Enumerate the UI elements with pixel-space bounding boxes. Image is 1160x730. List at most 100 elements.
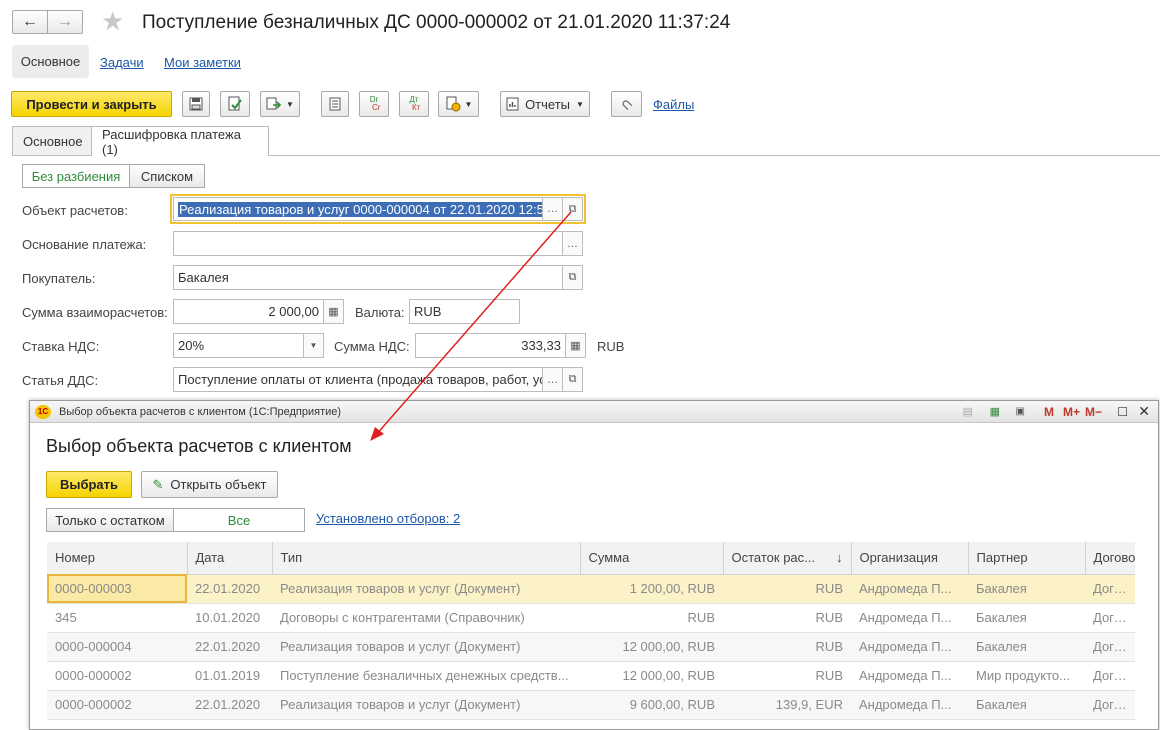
basis-field[interactable]: … bbox=[173, 231, 583, 256]
back-button[interactable]: ← bbox=[12, 10, 48, 34]
cell-date[interactable]: 22.01.2020 bbox=[187, 574, 272, 604]
cell-number[interactable]: 0000-000002 bbox=[47, 661, 187, 691]
cell-balance[interactable]: RUB bbox=[723, 632, 851, 662]
cell-contract[interactable]: Догово bbox=[1085, 661, 1135, 691]
select-button[interactable]: Выбрать bbox=[46, 471, 132, 498]
cell-contract[interactable]: Догово bbox=[1085, 632, 1135, 662]
buyer-field[interactable]: Бакалея ⧉ bbox=[173, 265, 583, 290]
vat-rate-dropdown-button[interactable]: ▼ bbox=[303, 334, 323, 357]
cell-organization[interactable]: Андромеда П... bbox=[851, 661, 968, 691]
cell-date[interactable]: 01.01.2019 bbox=[187, 661, 272, 691]
sum-calculator-button[interactable]: ▦ bbox=[323, 300, 343, 323]
cell-date[interactable]: 22.01.2020 bbox=[187, 690, 272, 720]
cell-number[interactable]: 0000-000002 bbox=[47, 690, 187, 720]
table-row[interactable]: 0000-000002 01.01.2019 Поступление безна… bbox=[47, 661, 1135, 691]
attach-button[interactable]: ⊂ bbox=[611, 91, 642, 117]
vat-rate-field[interactable]: 20% ▼ bbox=[173, 333, 324, 358]
object-open-button[interactable]: ⧉ bbox=[562, 198, 582, 220]
cell-type[interactable]: Поступление безналичных денежных средств… bbox=[272, 661, 580, 691]
table-row[interactable]: 0000-000002 22.01.2020 Реализация товаро… bbox=[47, 690, 1135, 720]
cell-sum[interactable]: RUB bbox=[580, 603, 723, 633]
structure-button[interactable] bbox=[321, 91, 349, 117]
close-icon[interactable]: ✕ bbox=[1138, 403, 1150, 420]
memory-plus-button[interactable]: M+ bbox=[1063, 405, 1080, 419]
cell-type[interactable]: Реализация товаров и услуг (Документ) bbox=[272, 690, 580, 720]
cell-contract[interactable]: Догово bbox=[1085, 574, 1135, 604]
column-organization[interactable]: Организация bbox=[851, 542, 969, 575]
column-balance[interactable]: Остаток рас... ↓ bbox=[723, 542, 852, 575]
cell-date[interactable]: 22.01.2020 bbox=[187, 632, 272, 662]
vat-calculator-button[interactable]: ▦ bbox=[565, 334, 585, 357]
cell-organization[interactable]: Андромеда П... bbox=[851, 603, 968, 633]
form-tab-payment-breakdown[interactable]: Расшифровка платежа (1) bbox=[91, 126, 269, 157]
table-row[interactable]: 0000-000004 22.01.2020 Реализация товаро… bbox=[47, 632, 1135, 662]
maximize-icon[interactable]: ☐ bbox=[1117, 405, 1128, 419]
filter-only-balance-button[interactable]: Только с остатком bbox=[46, 508, 174, 532]
object-select-button[interactable]: … bbox=[542, 198, 562, 220]
post-and-close-button[interactable]: Провести и закрыть bbox=[11, 91, 172, 117]
currency-field[interactable]: RUB bbox=[409, 299, 520, 324]
cell-sum[interactable]: 9 600,00, RUB bbox=[580, 690, 723, 720]
favorite-star-icon[interactable]: ★ bbox=[101, 6, 124, 37]
cell-number[interactable]: 0000-000003 bbox=[47, 574, 187, 604]
filters-link[interactable]: Установлено отборов: 2 bbox=[316, 511, 460, 526]
column-partner[interactable]: Партнер bbox=[968, 542, 1086, 575]
cell-type[interactable]: Реализация товаров и услуг (Документ) bbox=[272, 632, 580, 662]
dds-field[interactable]: Поступление оплаты от клиента (продажа т… bbox=[173, 367, 583, 392]
forward-button[interactable]: → bbox=[47, 10, 83, 34]
cell-organization[interactable]: Андромеда П... bbox=[851, 632, 968, 662]
column-type[interactable]: Тип bbox=[272, 542, 581, 575]
dds-select-button[interactable]: … bbox=[542, 368, 562, 391]
cell-partner[interactable]: Бакалея bbox=[968, 603, 1085, 633]
cell-type[interactable]: Реализация товаров и услуг (Документ) bbox=[272, 574, 580, 604]
post-button[interactable] bbox=[220, 91, 250, 117]
sum-field[interactable]: 2 000,00 ▦ bbox=[173, 299, 344, 324]
cell-type[interactable]: Договоры с контрагентами (Справочник) bbox=[272, 603, 580, 633]
cell-number[interactable]: 0000-000004 bbox=[47, 632, 187, 662]
table-row[interactable]: 0000-000003 22.01.2020 Реализация товаро… bbox=[47, 574, 1135, 604]
cell-number[interactable]: 345 bbox=[47, 603, 187, 633]
cell-balance[interactable]: RUB bbox=[723, 603, 851, 633]
cell-partner[interactable]: Бакалея bbox=[968, 632, 1085, 662]
print-button[interactable]: ▼ bbox=[438, 91, 479, 117]
object-field[interactable]: Реализация товаров и услуг 0000-000004 о… bbox=[173, 197, 583, 221]
reports-button[interactable]: Отчеты ▼ bbox=[500, 91, 590, 117]
create-based-on-button[interactable]: ▼ bbox=[260, 91, 300, 117]
mode-no-split-button[interactable]: Без разбиения bbox=[22, 164, 130, 188]
cell-partner[interactable]: Бакалея bbox=[968, 574, 1085, 604]
cell-sum[interactable]: 12 000,00, RUB bbox=[580, 632, 723, 662]
files-link[interactable]: Файлы bbox=[653, 97, 694, 112]
cell-balance[interactable]: 139,9, EUR bbox=[723, 690, 851, 720]
cell-partner[interactable]: Бакалея bbox=[968, 690, 1085, 720]
memory-m-button[interactable]: M bbox=[1044, 405, 1054, 419]
nav-tab-main[interactable]: Основное bbox=[12, 45, 89, 78]
basis-select-button[interactable]: … bbox=[562, 232, 582, 255]
cell-partner[interactable]: Мир продукто... bbox=[968, 661, 1085, 691]
column-number[interactable]: Номер bbox=[47, 542, 188, 575]
column-date[interactable]: Дата bbox=[187, 542, 273, 575]
dt-kt-button[interactable]: Дт Кт bbox=[399, 91, 429, 117]
cell-contract[interactable]: Догово bbox=[1085, 603, 1135, 633]
table-row[interactable]: 345 10.01.2020 Договоры с контрагентами … bbox=[47, 603, 1135, 633]
cell-organization[interactable]: Андромеда П... bbox=[851, 690, 968, 720]
cell-sum[interactable]: 12 000,00, RUB bbox=[580, 661, 723, 691]
nav-tab-tasks[interactable]: Задачи bbox=[100, 55, 144, 70]
dialog-doc-icon[interactable]: ▤ bbox=[963, 405, 973, 418]
nav-tab-notes[interactable]: Мои заметки bbox=[164, 55, 241, 70]
cell-organization[interactable]: Андромеда П... bbox=[851, 574, 968, 604]
buyer-open-button[interactable]: ⧉ bbox=[562, 266, 582, 289]
cell-contract[interactable]: Догово bbox=[1085, 690, 1135, 720]
cell-balance[interactable]: RUB bbox=[723, 574, 851, 604]
column-sum[interactable]: Сумма bbox=[580, 542, 724, 575]
cell-sum[interactable]: 1 200,00, RUB bbox=[580, 574, 723, 604]
dr-cr-button[interactable]: Dr Cr bbox=[359, 91, 389, 117]
dialog-table-icon[interactable]: ▦ bbox=[990, 405, 1000, 418]
cell-date[interactable]: 10.01.2020 bbox=[187, 603, 272, 633]
save-button[interactable] bbox=[182, 91, 210, 117]
memory-minus-button[interactable]: M− bbox=[1085, 405, 1102, 419]
dialog-calendar-icon[interactable]: ▣ bbox=[1016, 406, 1025, 417]
open-object-button[interactable]: ✎ Открыть объект bbox=[141, 471, 278, 498]
dds-open-button[interactable]: ⧉ bbox=[562, 368, 582, 391]
vat-sum-field[interactable]: 333,33 ▦ bbox=[415, 333, 586, 358]
mode-list-button[interactable]: Списком bbox=[129, 164, 205, 188]
